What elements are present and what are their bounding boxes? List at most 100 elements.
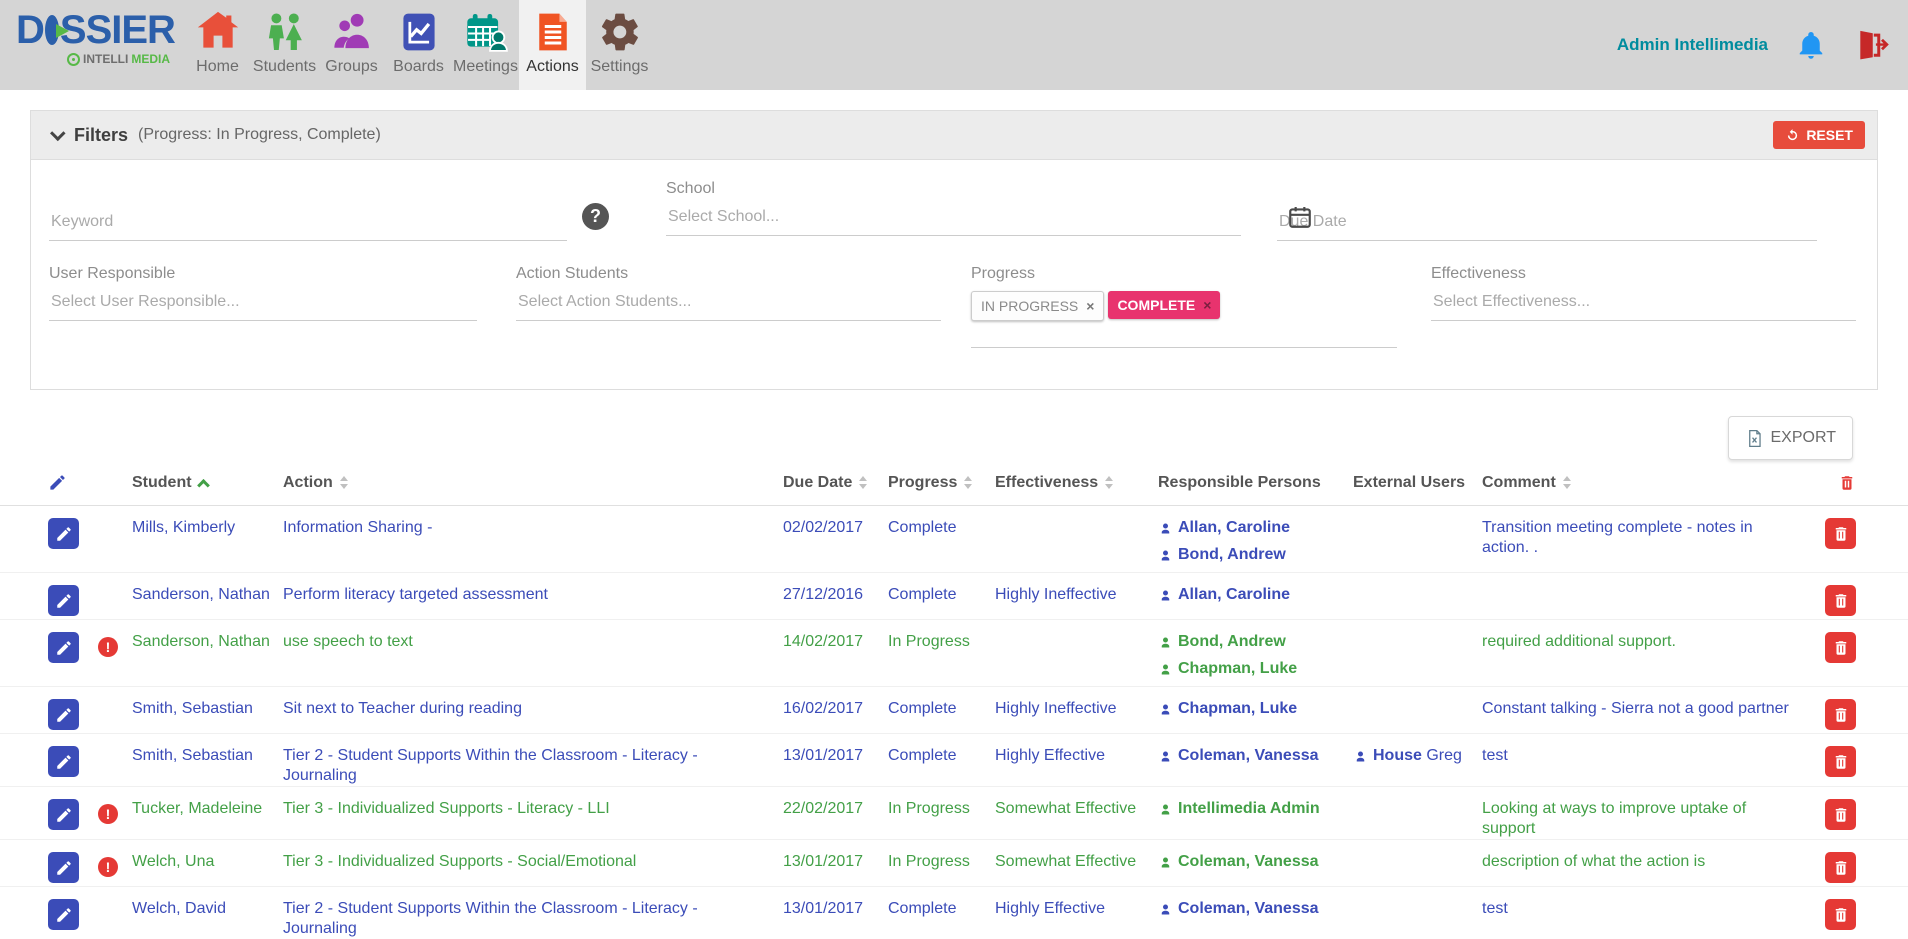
alert-cell: ! (98, 620, 132, 686)
student-link[interactable]: Welch, Una (132, 840, 283, 886)
reset-filters-button[interactable]: RESET (1773, 121, 1865, 149)
edit-row-button[interactable] (48, 799, 79, 830)
edit-row-button[interactable] (48, 518, 79, 549)
edit-row-button[interactable] (48, 632, 79, 663)
help-icon[interactable]: ? (582, 203, 609, 230)
action-link[interactable]: Tier 2 - Student Supports Within the Cla… (283, 734, 783, 786)
action-link[interactable]: use speech to text (283, 620, 783, 686)
effectiveness-cell: Highly Effective (995, 734, 1158, 786)
action-link[interactable]: Tier 3 - Individualized Supports - Socia… (283, 840, 783, 886)
column-header-responsible-persons: Responsible Persons (1158, 474, 1353, 492)
student-link[interactable]: Tucker, Madeleine (132, 787, 283, 839)
refresh-icon (1785, 128, 1800, 143)
edit-row-button[interactable] (48, 699, 79, 730)
table-row: ! Sanderson, Nathan Perform literacy tar… (0, 572, 1908, 619)
due-date-input[interactable] (1277, 207, 1817, 241)
action-link[interactable]: Perform literacy targeted assessment (283, 573, 783, 619)
logout-icon[interactable] (1854, 27, 1890, 63)
edit-row-button[interactable] (48, 746, 79, 777)
effectiveness-cell: Highly Effective (995, 887, 1158, 939)
nav-label-groups: Groups (325, 58, 377, 76)
sort-ascending-icon (197, 479, 210, 492)
student-link[interactable]: Sanderson, Nathan (132, 573, 283, 619)
student-link[interactable]: Smith, Sebastian (132, 734, 283, 786)
sort-icon (1105, 476, 1113, 489)
external-users-cell (1353, 573, 1482, 619)
effectiveness-select[interactable]: Select Effectiveness... (1431, 291, 1856, 321)
responsible-person: Bond, Andrew (1158, 545, 1343, 565)
column-header-effectiveness[interactable]: Effectiveness (995, 474, 1158, 492)
column-label: Student (132, 474, 192, 492)
column-header-action[interactable]: Action (283, 474, 783, 492)
student-link[interactable]: Welch, David (132, 887, 283, 939)
comment-cell: Looking at ways to improve uptake of sup… (1482, 787, 1812, 839)
student-link[interactable]: Smith, Sebastian (132, 687, 283, 733)
nav-item-home[interactable]: Home (184, 0, 251, 90)
column-header-student[interactable]: Student (132, 474, 283, 492)
delete-row-button[interactable] (1825, 632, 1856, 663)
edit-cell (48, 887, 98, 939)
effectiveness-cell: Somewhat Effective (995, 787, 1158, 839)
edit-row-button[interactable] (48, 852, 79, 883)
progress-cell: Complete (888, 687, 995, 733)
trash-icon (1832, 753, 1850, 771)
student-link[interactable]: Sanderson, Nathan (132, 620, 283, 686)
column-header-comment[interactable]: Comment (1482, 474, 1812, 492)
student-link[interactable]: Mills, Kimberly (132, 506, 283, 572)
table-row: ! Smith, Sebastian Sit next to Teacher d… (0, 686, 1908, 733)
logo-letters-ssier: SSIER (60, 10, 175, 50)
nav-item-actions[interactable]: Actions (519, 0, 586, 90)
pencil-icon (55, 806, 73, 824)
action-link[interactable]: Tier 3 - Individualized Supports - Liter… (283, 787, 783, 839)
alert-cell: ! (98, 787, 132, 839)
nav-item-students[interactable]: Students (251, 0, 318, 90)
delete-row-button[interactable] (1825, 518, 1856, 549)
account-name[interactable]: Admin Intellimedia (1617, 35, 1768, 55)
nav-item-boards[interactable]: Boards (385, 0, 452, 90)
export-button[interactable]: EXPORT (1728, 416, 1854, 460)
delete-row-button[interactable] (1825, 699, 1856, 730)
keyword-input[interactable] (49, 207, 567, 241)
delete-row-button[interactable] (1825, 585, 1856, 616)
logo-sub-gray: INTELLI (83, 52, 128, 66)
progress-select[interactable]: IN PROGRESS × COMPLETE × (971, 291, 1397, 321)
delete-row-button[interactable] (1825, 852, 1856, 883)
person-name: Coleman, Vanessa (1178, 852, 1319, 872)
delete-cell (1812, 840, 1856, 886)
external-users-cell (1353, 506, 1482, 572)
remove-tag-icon[interactable]: × (1086, 298, 1094, 314)
edit-row-button[interactable] (48, 899, 79, 930)
trash-icon (1832, 859, 1850, 877)
delete-row-button[interactable] (1825, 746, 1856, 777)
school-select[interactable]: Select School... (666, 206, 1241, 236)
due-date-cell: 13/01/2017 (783, 734, 888, 786)
home-icon (195, 9, 241, 55)
dossier-logo[interactable]: DSSIER INTELLIMEDIA (0, 0, 170, 90)
notifications-bell-icon[interactable] (1796, 28, 1826, 62)
remove-tag-icon[interactable]: × (1203, 297, 1211, 313)
delete-row-button[interactable] (1825, 899, 1856, 930)
effectiveness-cell (995, 620, 1158, 686)
action-link[interactable]: Information Sharing - (283, 506, 783, 572)
progress-cell: Complete (888, 573, 995, 619)
nav-item-groups[interactable]: Groups (318, 0, 385, 90)
edit-row-button[interactable] (48, 585, 79, 616)
responsible-persons-cell: Allan, CarolineBond, Andrew (1158, 506, 1353, 572)
column-header-progress[interactable]: Progress (888, 474, 995, 492)
delete-cell (1812, 573, 1856, 619)
user-responsible-select[interactable]: Select User Responsible... (49, 291, 477, 321)
action-link[interactable]: Tier 2 - Student Supports Within the Cla… (283, 887, 783, 939)
filters-summary: (Progress: In Progress, Complete) (138, 126, 381, 144)
column-header-due-date[interactable]: Due Date (783, 474, 888, 492)
delete-row-button[interactable] (1825, 799, 1856, 830)
filters-header[interactable]: Filters (Progress: In Progress, Complete… (31, 111, 1877, 160)
comment-cell: Transition meeting complete - notes in a… (1482, 506, 1812, 572)
sort-icon (1563, 476, 1571, 489)
action-students-select[interactable]: Select Action Students... (516, 291, 941, 321)
nav-item-meetings[interactable]: Meetings (452, 0, 519, 90)
action-link[interactable]: Sit next to Teacher during reading (283, 687, 783, 733)
table-row: ! Sanderson, Nathan use speech to text 1… (0, 619, 1908, 686)
sort-icon (859, 476, 867, 489)
nav-item-settings[interactable]: Settings (586, 0, 653, 90)
overdue-alert-icon: ! (98, 804, 118, 824)
